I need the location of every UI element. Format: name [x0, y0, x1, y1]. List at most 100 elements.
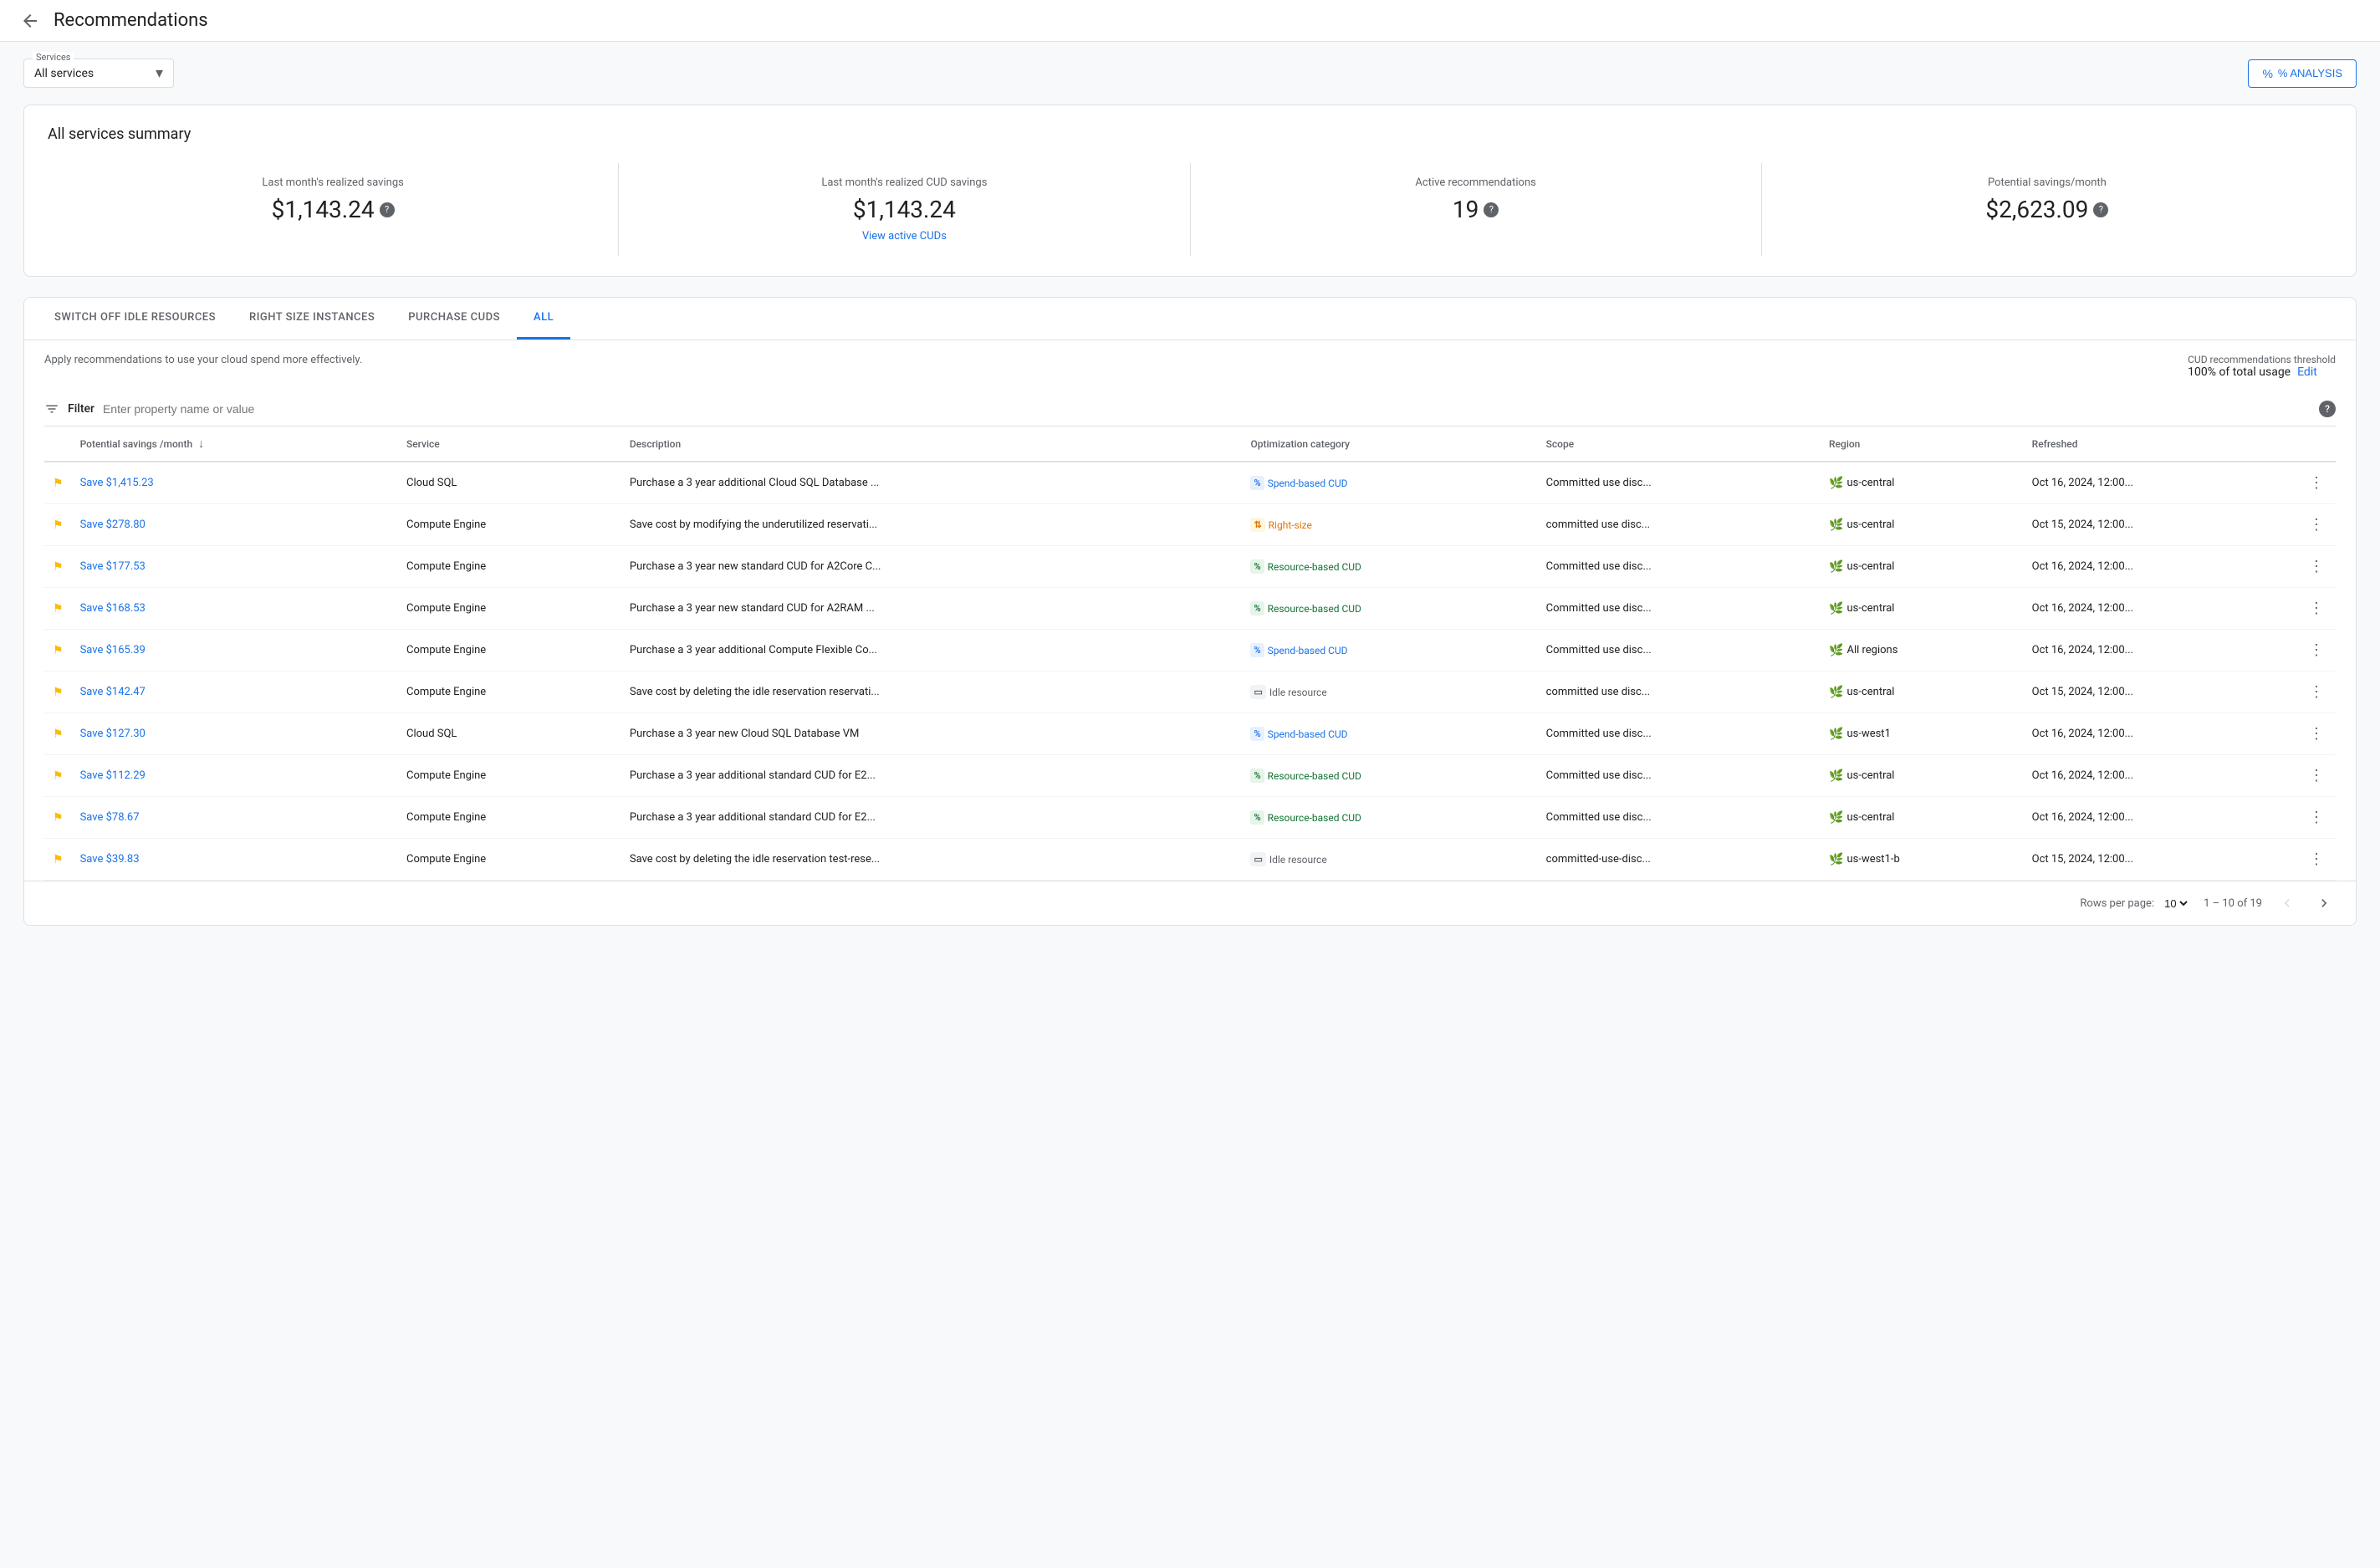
more-options-button[interactable]: ⋮	[2306, 554, 2327, 579]
more-cell: ⋮	[2297, 462, 2336, 504]
summary-card-cud-savings: Last month's realized CUD savings $1,143…	[619, 163, 1190, 256]
flag-icon: ⚑	[53, 477, 64, 490]
save-link[interactable]: Save $78.67	[80, 811, 140, 824]
view-active-cuds-link[interactable]: View active CUDs	[639, 230, 1169, 243]
summary-card-label-0: Last month's realized savings	[68, 176, 598, 189]
table-row: ⚑ Save $278.80 Compute Engine Save cost …	[44, 504, 2336, 546]
cud-savings-amount: $1,143.24	[853, 196, 956, 223]
scope-cell: Committed use disc...	[1538, 462, 1821, 504]
description-cell: Purchase a 3 year new Cloud SQL Database…	[621, 713, 1243, 755]
opt-type-label: Resource-based CUD	[1268, 812, 1361, 824]
tab-all[interactable]: ALL	[517, 298, 570, 340]
flag-cell: ⚑	[44, 713, 72, 755]
more-cell: ⋮	[2297, 546, 2336, 588]
opt-category-cell: % Spend-based CUD	[1242, 630, 1537, 672]
region-value: us-central	[1846, 518, 1894, 531]
more-options-button[interactable]: ⋮	[2306, 764, 2327, 788]
tab-switch-off-idle[interactable]: SWITCH OFF IDLE RESOURCES	[38, 298, 232, 340]
rows-per-page: Rows per page: 10 25 50	[2080, 896, 2190, 911]
opt-category-cell: % Resource-based CUD	[1242, 755, 1537, 797]
opt-category-cell: ▭ Idle resource	[1242, 839, 1537, 881]
flag-cell: ⚑	[44, 546, 72, 588]
top-bar: Recommendations	[0, 0, 2380, 42]
th-flag	[44, 426, 72, 462]
help-icon[interactable]: ?	[2319, 401, 2336, 417]
refreshed-cell: Oct 16, 2024, 12:00...	[2024, 546, 2297, 588]
analysis-label: % ANALYSIS	[2278, 67, 2342, 79]
more-options-button[interactable]: ⋮	[2306, 596, 2327, 621]
more-options-button[interactable]: ⋮	[2306, 722, 2327, 746]
save-link[interactable]: Save $112.29	[80, 769, 146, 782]
analysis-icon: %	[2262, 67, 2272, 80]
more-options-button[interactable]: ⋮	[2306, 638, 2327, 662]
info-icon-0[interactable]: ?	[380, 202, 395, 217]
table-row: ⚑ Save $127.30 Cloud SQL Purchase a 3 ye…	[44, 713, 2336, 755]
next-page-button[interactable]	[2312, 891, 2336, 915]
opt-type-label: Resource-based CUD	[1268, 770, 1361, 782]
edit-link[interactable]: Edit	[2297, 365, 2317, 379]
cud-threshold: CUD recommendations threshold 100% of to…	[2188, 354, 2336, 379]
description-cell: Purchase a 3 year new standard CUD for A…	[621, 588, 1243, 630]
scope-cell: committed use disc...	[1538, 672, 1821, 713]
services-select-wrapper[interactable]: Services All services ▾	[23, 59, 174, 88]
more-cell: ⋮	[2297, 588, 2336, 630]
realized-savings-amount: $1,143.24	[272, 196, 375, 223]
opt-type-icon: ▭	[1250, 852, 1265, 866]
region-icon: 🌿	[1829, 686, 1843, 699]
region-icon: 🌿	[1829, 728, 1843, 741]
recommendations-body: Apply recommendations to use your cloud …	[24, 340, 2356, 881]
rows-per-page-select[interactable]: 10 25 50	[2161, 896, 2190, 911]
savings-cell: Save $127.30	[72, 713, 398, 755]
region-icon: 🌿	[1829, 644, 1843, 657]
flag-cell: ⚑	[44, 504, 72, 546]
save-link[interactable]: Save $278.80	[80, 518, 146, 531]
savings-cell: Save $165.39	[72, 630, 398, 672]
region-value: us-central	[1846, 560, 1894, 573]
table-row: ⚑ Save $112.29 Compute Engine Purchase a…	[44, 755, 2336, 797]
region-cell: 🌿 us-west1	[1821, 713, 2024, 755]
region-icon: 🌿	[1829, 811, 1843, 825]
tab-purchase-cuds[interactable]: PURCHASE CUDS	[391, 298, 517, 340]
back-button[interactable]	[20, 11, 40, 31]
more-options-button[interactable]: ⋮	[2306, 513, 2327, 537]
more-options-button[interactable]: ⋮	[2306, 680, 2327, 704]
sort-icon: ↓	[198, 437, 204, 451]
region-cell: 🌿 us-central	[1821, 504, 2024, 546]
th-region: Region	[1821, 426, 2024, 462]
opt-type-label: Spend-based CUD	[1268, 728, 1348, 740]
save-link[interactable]: Save $177.53	[80, 560, 146, 573]
region-value: us-west1-b	[1846, 853, 1899, 866]
save-link[interactable]: Save $168.53	[80, 602, 146, 615]
more-options-button[interactable]: ⋮	[2306, 805, 2327, 830]
info-icon-2[interactable]: ?	[1484, 202, 1499, 217]
more-cell: ⋮	[2297, 672, 2336, 713]
save-link[interactable]: Save $1,415.23	[80, 477, 154, 489]
savings-cell: Save $168.53	[72, 588, 398, 630]
analysis-button[interactable]: % % ANALYSIS	[2248, 59, 2357, 88]
rows-per-page-label: Rows per page:	[2080, 897, 2154, 910]
more-cell: ⋮	[2297, 839, 2336, 881]
filter-input[interactable]	[103, 402, 2311, 416]
th-savings[interactable]: Potential savings /month ↓	[72, 426, 398, 462]
summary-card-value-0: $1,143.24 ?	[68, 196, 598, 223]
more-options-button[interactable]: ⋮	[2306, 471, 2327, 495]
opt-category-cell: ▭ Idle resource	[1242, 672, 1537, 713]
service-cell: Compute Engine	[398, 672, 621, 713]
th-description: Description	[621, 426, 1243, 462]
opt-type-label: Resource-based CUD	[1268, 603, 1361, 615]
save-link[interactable]: Save $127.30	[80, 728, 146, 740]
more-options-button[interactable]: ⋮	[2306, 847, 2327, 871]
savings-cell: Save $142.47	[72, 672, 398, 713]
opt-type-icon: %	[1250, 476, 1264, 490]
save-link[interactable]: Save $165.39	[80, 644, 146, 656]
service-cell: Compute Engine	[398, 546, 621, 588]
flag-cell: ⚑	[44, 672, 72, 713]
prev-page-button[interactable]	[2275, 891, 2299, 915]
tab-right-size[interactable]: RIGHT SIZE INSTANCES	[232, 298, 391, 340]
save-link[interactable]: Save $39.83	[80, 853, 140, 866]
save-link[interactable]: Save $142.47	[80, 686, 146, 698]
info-icon-3[interactable]: ?	[2093, 202, 2108, 217]
flag-cell: ⚑	[44, 797, 72, 839]
more-cell: ⋮	[2297, 713, 2336, 755]
region-value: us-central	[1846, 686, 1894, 698]
